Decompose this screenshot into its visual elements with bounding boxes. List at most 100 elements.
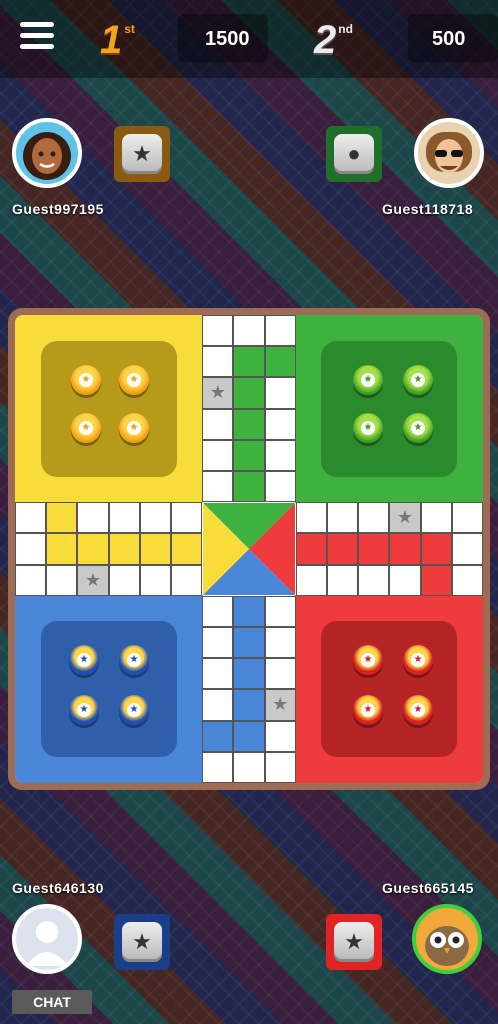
board-cell (358, 564, 390, 596)
safe-star-cell: ★ (264, 689, 296, 721)
yellow-token[interactable] (71, 413, 101, 443)
board-cell (451, 564, 483, 596)
safe-star-cell: ★ (202, 377, 234, 409)
board-cell (451, 533, 483, 565)
yellow-token[interactable] (71, 365, 101, 395)
board-cell (233, 408, 265, 440)
board-cell (233, 595, 265, 627)
top-bar: 1st 1500 2nd 500 (0, 0, 498, 78)
board-cell (264, 346, 296, 378)
home-blue (15, 595, 203, 783)
board-cell (264, 658, 296, 690)
board-cell (389, 564, 421, 596)
ludo-board: ★ ★ ★ ★ (8, 308, 490, 790)
board-cell (202, 658, 234, 690)
player-name-top-left: Guest997195 (12, 201, 104, 217)
chat-button[interactable]: CHAT (12, 990, 92, 1014)
board-cell (327, 564, 359, 596)
board-cell (233, 689, 265, 721)
board-cell (327, 533, 359, 565)
board-cell (264, 439, 296, 471)
board-cell (264, 627, 296, 659)
board-cell (202, 439, 234, 471)
board-cell (295, 502, 327, 534)
red-token[interactable] (403, 645, 433, 675)
blue-token[interactable] (69, 645, 99, 675)
board-cell (264, 471, 296, 503)
board-cell (46, 533, 78, 565)
board-cell (233, 315, 265, 347)
menu-icon (20, 22, 54, 27)
board-cell (15, 502, 47, 534)
dice-holder-top-left[interactable]: ★ (114, 126, 170, 182)
board-cell (264, 408, 296, 440)
board-cell (46, 564, 78, 596)
board-cell (202, 689, 234, 721)
blue-token[interactable] (119, 645, 149, 675)
board-cell (15, 533, 47, 565)
avatar-girl-icon (23, 132, 71, 180)
board-cell (358, 533, 390, 565)
board-cell (295, 533, 327, 565)
player-avatar-top-left[interactable] (12, 118, 82, 188)
red-token[interactable] (403, 695, 433, 725)
board-cell (233, 346, 265, 378)
board-cell (202, 471, 234, 503)
player-avatar-top-right[interactable] (414, 118, 484, 188)
board-cell (264, 751, 296, 783)
green-token[interactable] (403, 365, 433, 395)
board-cell (420, 533, 452, 565)
blue-token[interactable] (119, 695, 149, 725)
board-cell (233, 439, 265, 471)
dice-holder-bottom-right[interactable]: ★ (326, 914, 382, 970)
board-cell (264, 720, 296, 752)
green-token[interactable] (353, 365, 383, 395)
dice-holder-bottom-left[interactable]: ★ (114, 914, 170, 970)
yellow-token[interactable] (119, 365, 149, 395)
board-cell (420, 564, 452, 596)
second-place-score: 500 (432, 28, 466, 50)
board-cell (77, 502, 109, 534)
board-cell (264, 315, 296, 347)
board-cell (389, 533, 421, 565)
blue-token[interactable] (69, 695, 99, 725)
board-cell (264, 595, 296, 627)
board-cell (358, 502, 390, 534)
board-cell (171, 502, 203, 534)
board-cell (108, 533, 140, 565)
player-avatar-bottom-right[interactable] (412, 904, 482, 974)
board-cell (233, 751, 265, 783)
board-cell (202, 720, 234, 752)
board-cell (420, 502, 452, 534)
avatar-man-sunglasses-icon (426, 132, 472, 173)
board-cell (233, 720, 265, 752)
green-token[interactable] (403, 413, 433, 443)
yellow-token[interactable] (119, 413, 149, 443)
avatar-placeholder-icon (26, 921, 68, 966)
board-cell (202, 751, 234, 783)
board-cell (202, 627, 234, 659)
menu-button[interactable] (20, 22, 54, 52)
player-avatar-bottom-left[interactable] (12, 904, 82, 974)
red-token[interactable] (353, 695, 383, 725)
board-cell (202, 595, 234, 627)
board-cell (77, 533, 109, 565)
home-red (295, 595, 483, 783)
board-cell (295, 564, 327, 596)
board-cell (139, 564, 171, 596)
safe-star-cell: ★ (77, 564, 109, 596)
die-star-icon: ★ (122, 922, 162, 962)
board-cell (139, 502, 171, 534)
board-cell (202, 408, 234, 440)
dice-holder-top-right[interactable]: ● (326, 126, 382, 182)
second-place-rank: 2nd (314, 18, 353, 62)
green-token[interactable] (353, 413, 383, 443)
player-name-bottom-left: Guest646130 (12, 880, 104, 896)
board-cell (171, 564, 203, 596)
board-cell (202, 315, 234, 347)
board-cell (15, 564, 47, 596)
board-cell (139, 533, 171, 565)
player-name-bottom-right: Guest665145 (382, 880, 474, 896)
red-token[interactable] (353, 645, 383, 675)
board-cell (46, 502, 78, 534)
